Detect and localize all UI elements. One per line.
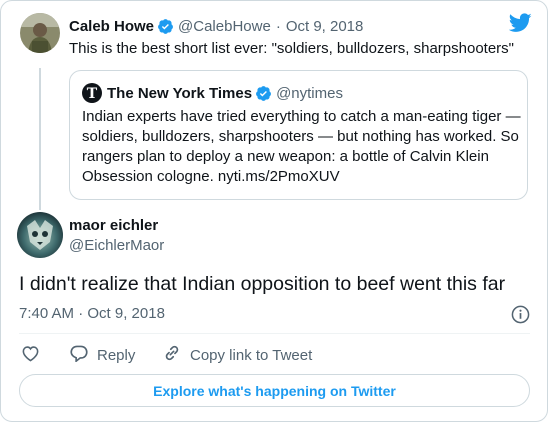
info-icon[interactable] xyxy=(511,305,530,329)
verified-badge-icon xyxy=(157,18,174,35)
nyt-logo-icon: T xyxy=(82,83,102,103)
tweet-author-name[interactable]: maor eichler xyxy=(69,217,158,234)
retweeted-text: This is the best short list ever: "soldi… xyxy=(69,40,515,57)
retweeted-date[interactable]: Oct 9, 2018 xyxy=(286,18,364,35)
quoted-tweet-text: Indian experts have tried everything to … xyxy=(82,108,521,185)
svg-text:T: T xyxy=(87,86,98,102)
separator-dot: · xyxy=(275,17,281,35)
heart-icon xyxy=(21,344,48,366)
maor-eichler-avatar[interactable] xyxy=(17,212,63,258)
retweeted-author-handle[interactable]: @CalebHowe xyxy=(178,18,271,35)
twitter-bird-icon[interactable] xyxy=(508,13,532,38)
like-button[interactable] xyxy=(21,345,48,365)
quoted-tweet[interactable]: T The New York Times @nytimes Indian exp… xyxy=(69,70,528,200)
reply-button[interactable]: Reply xyxy=(69,345,135,365)
verified-badge-icon xyxy=(255,85,272,102)
tweet-author-handle[interactable]: @EichlerMaor xyxy=(69,237,164,254)
caleb-howe-avatar[interactable] xyxy=(20,13,60,53)
quoted-author-handle[interactable]: @nytimes xyxy=(276,85,343,102)
thread-connector-line xyxy=(39,68,41,210)
divider xyxy=(19,333,530,334)
reply-icon xyxy=(69,344,97,366)
reply-label[interactable]: Reply xyxy=(97,347,135,364)
tweet-timestamp[interactable]: 7:40 AM · Oct 9, 2018 xyxy=(19,305,165,322)
explore-label: Explore what's happening on Twitter xyxy=(153,382,396,399)
explore-twitter-button[interactable]: Explore what's happening on Twitter xyxy=(19,374,530,407)
quoted-author-name[interactable]: The New York Times xyxy=(107,85,252,102)
tweet-text: I didn't realize that Indian opposition … xyxy=(19,273,506,295)
retweeted-author-name[interactable]: Caleb Howe xyxy=(69,18,154,35)
copy-link-button[interactable]: Copy link to Tweet xyxy=(162,345,312,365)
link-icon xyxy=(162,343,190,367)
copy-link-label[interactable]: Copy link to Tweet xyxy=(190,347,312,364)
